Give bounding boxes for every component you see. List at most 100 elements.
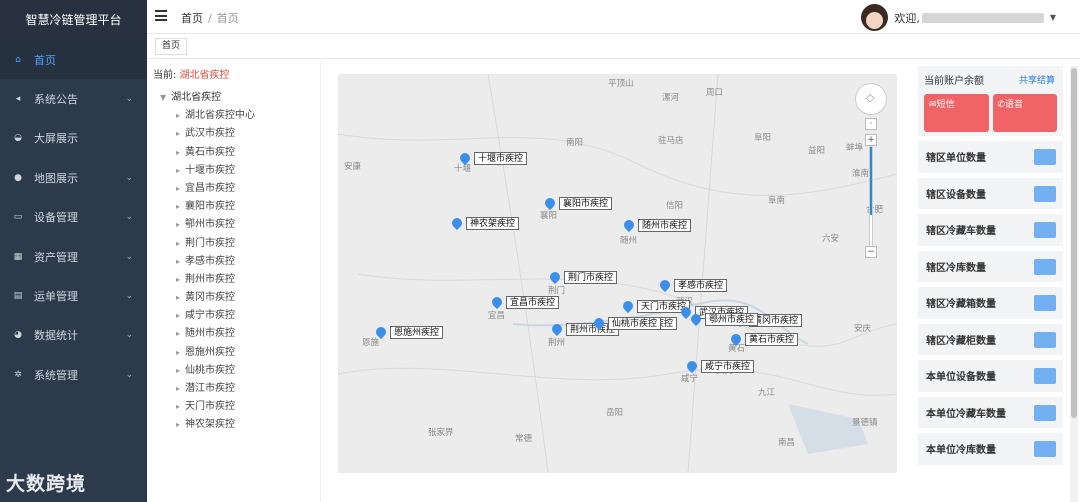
tree-node[interactable]: ▸ 荆门市疾控 <box>176 235 320 253</box>
chevron-down-icon: ⌄ <box>125 251 133 262</box>
map-city-label: 荆州 <box>548 338 566 348</box>
caret-right-icon: ▸ <box>176 183 181 193</box>
tree-node-label: 孝感市疾控 <box>185 255 236 267</box>
stat-card[interactable]: 辖区冷藏箱数量 <box>918 287 1063 319</box>
caret-down-icon[interactable]: ▼ <box>160 93 166 102</box>
map-view[interactable]: 平顶山漯河周口南阳驻马店安康十堰襄阳信阳随州阜阳淮南蚌埠六安合肥荆门孝感武汉宜昌… <box>338 74 897 473</box>
tree-node[interactable]: ▸ 仙桃市疾控 <box>176 362 320 380</box>
tree-node[interactable]: ▸ 黄石市疾控 <box>176 144 320 162</box>
topbar: 首页 / 首页 欢迎, ▼ <box>147 0 1080 34</box>
tree-node[interactable]: ▸ 湖北省疾控中心 <box>176 107 320 125</box>
map-marker-label[interactable]: 黄石市疾控 <box>745 333 799 346</box>
breadcrumb-home[interactable]: 首页 <box>181 12 203 25</box>
sidebar-item-0[interactable]: ⌂ 首页 <box>0 40 147 80</box>
tree-node[interactable]: ▸ 潜江市疾控 <box>176 380 320 398</box>
tree-node[interactable]: ▸ 神农架疾控 <box>176 416 320 434</box>
sidebar-item-1[interactable]: ◂ 系统公告 ⌄ <box>0 79 147 118</box>
map-marker-label[interactable]: 咸宁市疾控 <box>701 360 755 373</box>
map-city-label: 蚌埠 <box>846 143 864 153</box>
caret-right-icon: ▸ <box>176 220 181 230</box>
tree-root[interactable]: ▼ 湖北省疾控 <box>160 89 320 107</box>
map-marker-icon: ● <box>14 172 22 183</box>
sidebar-item-3[interactable]: ● 地图展示 ⌄ <box>0 158 147 197</box>
map-city-label: 张家界 <box>428 428 454 438</box>
sms-button[interactable]: ✉短信 <box>924 94 989 132</box>
map-marker-label[interactable]: 十堰市疾控 <box>474 152 528 165</box>
stat-card[interactable]: 辖区设备数量 <box>918 177 1063 209</box>
zoom-out-button[interactable]: − <box>865 246 877 258</box>
stat-value-redacted <box>1034 258 1056 275</box>
sidebar-item-7[interactable]: ◕ 数据统计 ⌄ <box>0 316 147 355</box>
sidebar-item-4[interactable]: ▭ 设备管理 ⌄ <box>0 198 147 237</box>
tree-root-label: 湖北省疾控 <box>171 92 222 103</box>
voice-button[interactable]: ✆语音 <box>992 94 1057 132</box>
stat-value-redacted <box>1034 441 1056 457</box>
caret-right-icon: ▸ <box>176 402 181 412</box>
tree-node[interactable]: ▸ 宜昌市疾控 <box>176 180 320 198</box>
stat-value-redacted <box>1034 295 1056 311</box>
stat-card[interactable]: 本单位设备数量 <box>918 360 1063 392</box>
zoom-slider[interactable] <box>869 146 873 256</box>
shared-settlement-link[interactable]: 共享结算 <box>1019 73 1055 86</box>
stat-card[interactable]: 本单位冷藏车数量 <box>918 396 1063 428</box>
scrollbar-thumb[interactable] <box>1071 68 1077 418</box>
map-marker-label[interactable]: 恩施州疾控 <box>390 326 444 339</box>
sidebar-item-label: 运单管理 <box>34 290 78 304</box>
caret-right-icon: ▸ <box>176 274 181 284</box>
pan-control[interactable] <box>855 83 887 115</box>
map-marker-label[interactable]: 襄阳市疾控 <box>559 197 613 210</box>
map-city-label: 宜昌 <box>488 311 506 321</box>
user-menu[interactable]: 欢迎, ▼ <box>861 4 1056 31</box>
tab-home[interactable]: 首页 <box>155 38 188 55</box>
sidebar-item-2[interactable]: ◒ 大屏展示 <box>0 119 147 158</box>
stat-card[interactable]: 辖区冷藏柜数量 <box>918 323 1063 355</box>
tree-node-label: 恩施州疾控 <box>185 346 236 358</box>
sidebar-item-label: 地图展示 <box>34 171 78 185</box>
map-marker-label[interactable]: 孝感市疾控 <box>674 279 728 292</box>
map-marker-label[interactable]: 神农架疾控 <box>466 217 520 230</box>
tree-node[interactable]: ▸ 荆州市疾控 <box>176 271 320 289</box>
sidebar-item-6[interactable]: ▤ 运单管理 ⌄ <box>0 276 147 315</box>
map-city-label: 咸宁 <box>681 374 699 384</box>
stat-card[interactable]: 辖区冷库数量 <box>918 250 1063 282</box>
locate-button[interactable]: · <box>865 118 877 130</box>
avatar[interactable] <box>861 4 889 31</box>
hamburger-icon[interactable] <box>155 10 167 21</box>
tree-node[interactable]: ▸ 鄂州市疾控 <box>176 216 320 234</box>
tree-node[interactable]: ▸ 武汉市疾控 <box>176 125 320 143</box>
map-marker-label[interactable]: 随州市疾控 <box>638 219 692 232</box>
map-marker-label[interactable]: 鄂州市疾控 <box>705 313 759 326</box>
sidebar-item-5[interactable]: ▦ 资产管理 ⌄ <box>0 237 147 276</box>
zoom-in-button[interactable]: + <box>865 134 877 146</box>
scrollbar[interactable] <box>1070 66 1078 502</box>
stat-card[interactable]: 辖区单位数量 <box>918 141 1063 173</box>
tree-node[interactable]: ▸ 随州市疾控 <box>176 325 320 343</box>
stat-label: 辖区冷藏箱数量 <box>926 299 996 311</box>
caret-right-icon: ▸ <box>176 256 181 266</box>
tree-node[interactable]: ▸ 恩施州疾控 <box>176 344 320 362</box>
tree-node[interactable]: ▸ 孝感市疾控 <box>176 253 320 271</box>
stat-card[interactable]: 本单位冷库数量 <box>918 433 1063 465</box>
map-marker-label[interactable]: 仙桃市疾控 <box>608 317 662 330</box>
chevron-down-icon: ⌄ <box>125 172 133 183</box>
breadcrumb-separator: / <box>208 12 212 25</box>
zoom-slider-fill <box>870 147 872 215</box>
stat-value-redacted <box>1034 222 1056 238</box>
tree-node[interactable]: ▸ 襄阳市疾控 <box>176 198 320 216</box>
tree-node[interactable]: ▸ 咸宁市疾控 <box>176 307 320 325</box>
map-marker-label[interactable]: 宜昌市疾控 <box>506 296 560 309</box>
chevron-down-icon[interactable]: ▼ <box>1050 13 1056 22</box>
stat-value-redacted <box>1034 368 1056 384</box>
sidebar-item-label: 系统管理 <box>34 368 78 382</box>
gauge-icon: ◒ <box>14 133 22 144</box>
map-marker-label[interactable]: 荆门市疾控 <box>564 271 618 284</box>
tree-node[interactable]: ▸ 黄冈市疾控 <box>176 289 320 307</box>
sidebar-item-8[interactable]: ✲ 系统管理 ⌄ <box>0 355 147 394</box>
map-city-label: 周口 <box>706 88 724 98</box>
sidebar-item-label: 首页 <box>34 53 56 67</box>
map-city-label: 南昌 <box>778 438 796 448</box>
stat-card[interactable]: 辖区冷藏车数量 <box>918 214 1063 246</box>
tree-node[interactable]: ▸ 十堰市疾控 <box>176 162 320 180</box>
caret-right-icon: ▸ <box>176 347 181 357</box>
tree-node[interactable]: ▸ 天门市疾控 <box>176 398 320 416</box>
